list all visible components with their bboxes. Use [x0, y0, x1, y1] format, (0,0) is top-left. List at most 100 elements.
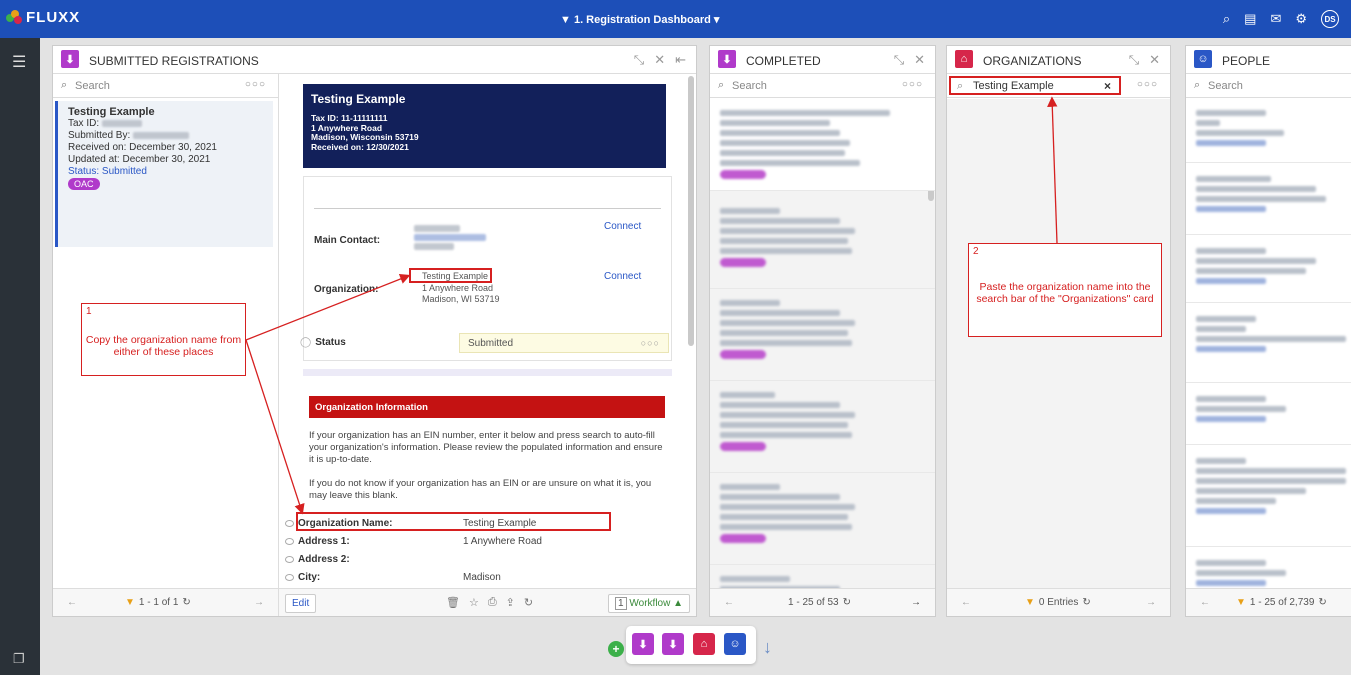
- fluxx-logo[interactable]: FLUXX: [6, 9, 80, 26]
- list-item[interactable]: [710, 289, 935, 381]
- organization-list: [947, 99, 1170, 588]
- search-input[interactable]: Search: [1208, 80, 1243, 92]
- status-value: Submitted: [468, 338, 514, 349]
- minimize-icon[interactable]: ⤡: [1129, 52, 1139, 68]
- filter-icon[interactable]: ▼: [1025, 597, 1035, 608]
- scrollbar[interactable]: [688, 76, 694, 346]
- hamburger-menu-icon[interactable]: ☰: [12, 52, 26, 72]
- list-footer: ← ▼ 1 - 1 of 1 ↻ →: [53, 588, 278, 616]
- list-item[interactable]: [710, 99, 935, 191]
- refresh-icon[interactable]: ↻: [1082, 597, 1090, 608]
- search-bar[interactable]: ⌕ Search: [1186, 74, 1351, 98]
- dock-organizations-icon[interactable]: ⌂: [693, 633, 715, 655]
- more-options-icon[interactable]: ○○○: [641, 338, 660, 348]
- status-text: Status: Submitted: [68, 166, 147, 177]
- list-item[interactable]: [710, 473, 935, 565]
- card-title: COMPLETED: [746, 54, 821, 68]
- field-address2[interactable]: Address 2:: [285, 554, 350, 565]
- card-header: ⬇ SUBMITTED REGISTRATIONS ⤡ ✕ ⇤: [53, 46, 696, 74]
- search-input[interactable]: Testing Example: [973, 80, 1054, 92]
- print-icon[interactable]: ⎙: [488, 596, 497, 609]
- detail-title: Testing Example: [311, 92, 406, 106]
- list-item[interactable]: [1186, 447, 1351, 547]
- refresh-icon[interactable]: ↻: [182, 597, 190, 608]
- list-item[interactable]: [1186, 165, 1351, 235]
- refresh-icon[interactable]: ↻: [1318, 597, 1326, 608]
- detail-footer: Edit 🗑 ☆ ⎙ ⇪ ↻ 1 Workflow ▲: [278, 588, 696, 616]
- delete-icon[interactable]: 🗑: [446, 596, 460, 609]
- edit-button[interactable]: Edit: [285, 594, 317, 613]
- dashboard-selector[interactable]: ▼ 1. Registration Dashboard ▾: [560, 13, 719, 26]
- paging-text: 1 - 25 of 53: [788, 597, 839, 608]
- list-item[interactable]: [1186, 99, 1351, 163]
- comment-icon[interactable]: ◯: [300, 337, 311, 348]
- window-icon[interactable]: ❐: [13, 651, 25, 667]
- refresh-icon[interactable]: ↻: [843, 597, 851, 608]
- dock-people-icon[interactable]: ☺: [724, 633, 746, 655]
- list-item[interactable]: [1186, 305, 1351, 383]
- download-icon[interactable]: ↓: [763, 637, 772, 658]
- search-bar[interactable]: ⌕ Search ○○○: [710, 74, 935, 98]
- add-card-button[interactable]: +: [608, 641, 624, 657]
- minimize-icon[interactable]: ⤡: [634, 52, 644, 68]
- close-icon[interactable]: ✕: [914, 52, 925, 68]
- list-item[interactable]: [710, 381, 935, 473]
- prev-page-icon[interactable]: ←: [961, 597, 971, 608]
- list-item[interactable]: [1186, 385, 1351, 445]
- settings-icon[interactable]: ⚙: [1295, 11, 1307, 27]
- card-title: ORGANIZATIONS: [983, 54, 1082, 68]
- search-icon[interactable]: ⌕: [1223, 11, 1230, 27]
- more-options-icon[interactable]: ○○○: [245, 79, 266, 90]
- list-item[interactable]: [710, 565, 935, 588]
- filter-icon[interactable]: ▼: [1236, 597, 1246, 608]
- next-page-icon[interactable]: →: [911, 597, 921, 608]
- item-name: Testing Example: [68, 106, 155, 118]
- clear-search-icon[interactable]: ×: [1104, 79, 1111, 93]
- filter-icon[interactable]: ▼: [125, 597, 135, 608]
- more-options-icon[interactable]: ○○○: [902, 79, 923, 90]
- top-bar: FLUXX ▼ 1. Registration Dashboard ▾ ⌕ ▤ …: [0, 0, 1351, 38]
- status-field[interactable]: Submitted ○○○: [459, 333, 669, 353]
- list-icon[interactable]: ▤: [1244, 11, 1256, 27]
- next-page-icon[interactable]: →: [254, 597, 264, 608]
- dock-completed-icon[interactable]: ⬇: [662, 633, 684, 655]
- collapse-icon[interactable]: ⇤: [675, 52, 686, 68]
- list-footer: ← ▼ 0 Entries ↻ →: [947, 588, 1170, 616]
- prev-page-icon[interactable]: ←: [1200, 597, 1210, 608]
- search-icon: ⌕: [61, 79, 68, 91]
- connect-contact-link[interactable]: Connect: [604, 221, 641, 232]
- connect-organization-link[interactable]: Connect: [604, 271, 641, 282]
- refresh-icon[interactable]: ↻: [524, 596, 533, 609]
- search-bar[interactable]: ⌕ Testing Example × ○○○: [947, 74, 1170, 98]
- paging-text: 0 Entries: [1038, 597, 1079, 608]
- organization-search-highlight[interactable]: ⌕ Testing Example ×: [949, 76, 1121, 95]
- dock-registrations-icon[interactable]: ⬇: [632, 633, 654, 655]
- prev-page-icon[interactable]: ←: [724, 597, 734, 608]
- search-bar[interactable]: ⌕ Search ○○○: [53, 74, 278, 98]
- workflow-button[interactable]: 1 Workflow ▲: [608, 594, 690, 613]
- star-icon[interactable]: ☆: [469, 596, 479, 609]
- close-icon[interactable]: ✕: [1149, 52, 1160, 68]
- received-date: Received on: December 30, 2021: [68, 142, 217, 153]
- search-input[interactable]: Search: [75, 80, 110, 92]
- next-page-icon[interactable]: →: [1146, 597, 1156, 608]
- prev-page-icon[interactable]: ←: [67, 597, 77, 608]
- minimize-icon[interactable]: ⤡: [894, 52, 904, 68]
- field-city[interactable]: City: Madison: [285, 572, 501, 583]
- people-list: [1186, 99, 1351, 588]
- list-item[interactable]: [1186, 549, 1351, 588]
- close-icon[interactable]: ✕: [654, 52, 665, 68]
- avatar[interactable]: DS: [1321, 10, 1339, 28]
- share-icon[interactable]: ⇪: [506, 596, 515, 609]
- field-address1[interactable]: Address 1: 1 Anywhere Road: [285, 536, 542, 547]
- annotation-step-1: 1 Copy the organization name from either…: [81, 303, 246, 376]
- status-badge: OAC: [68, 178, 100, 190]
- search-input[interactable]: Search: [732, 80, 767, 92]
- list-item[interactable]: Testing Example Tax ID: Submitted By: Re…: [55, 101, 273, 247]
- list-item[interactable]: [710, 197, 935, 289]
- annotation-step-2: 2 Paste the organization name into the s…: [968, 243, 1162, 337]
- more-options-icon[interactable]: ○○○: [1137, 79, 1158, 90]
- chat-icon[interactable]: ✉: [1270, 11, 1281, 27]
- people-card: ☺ PEOPLE ⌕ Search ← ▼ 1 - 25 of 2,739 ↻: [1185, 45, 1351, 617]
- list-item[interactable]: [1186, 237, 1351, 303]
